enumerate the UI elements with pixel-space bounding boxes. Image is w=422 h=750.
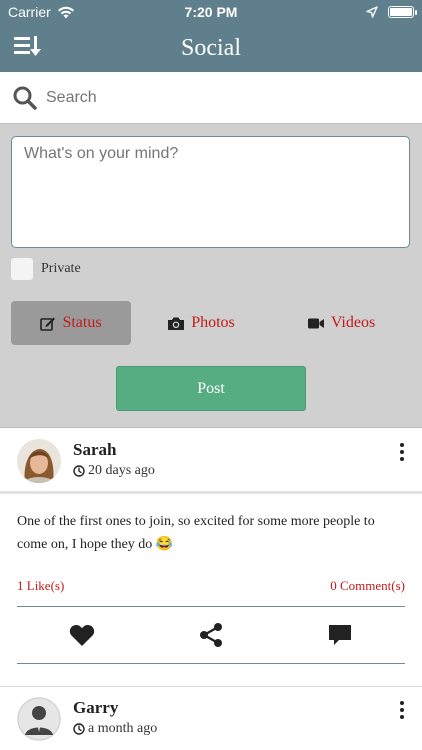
post-author[interactable]: Sarah <box>73 440 116 460</box>
heart-icon <box>69 624 94 646</box>
post-header: Garry a month ago <box>0 687 422 749</box>
post-composer: Private Status Photos Videos Post <box>0 124 422 428</box>
status-textarea[interactable] <box>11 136 410 248</box>
carrier-label: Carrier <box>8 4 51 20</box>
status-type-label: Status <box>62 314 102 331</box>
comment-icon <box>329 625 352 645</box>
photos-type-label: Photos <box>191 314 235 331</box>
comment-button[interactable] <box>310 615 370 655</box>
private-label: Private <box>41 261 81 276</box>
search-icon <box>13 86 37 110</box>
avatar-photo <box>17 439 61 483</box>
more-options-icon[interactable] <box>398 701 406 719</box>
post-actions <box>0 607 422 663</box>
like-button[interactable] <box>52 615 112 655</box>
post-stats: 1 Like(s) 0 Comment(s) <box>0 566 422 606</box>
feed-post: Sarah 20 days ago One of the first ones … <box>0 429 422 686</box>
post-button[interactable]: Post <box>116 366 306 411</box>
more-options-icon[interactable] <box>398 443 406 461</box>
nav-bar: Social <box>0 24 422 72</box>
status-left: Carrier <box>8 4 148 20</box>
private-checkbox[interactable] <box>11 258 33 280</box>
edit-icon <box>40 317 56 331</box>
post-body: One of the first ones to join, so excite… <box>17 514 375 552</box>
share-icon <box>199 623 222 647</box>
photos-type-button[interactable]: Photos <box>131 301 271 345</box>
post-author[interactable]: Garry <box>73 698 118 718</box>
search-input[interactable] <box>46 88 253 107</box>
post-time: 20 days ago <box>73 463 155 479</box>
avatar[interactable] <box>17 439 61 483</box>
page-title: Social <box>181 34 241 61</box>
video-icon <box>307 318 324 328</box>
likes-count[interactable]: 1 Like(s) <box>17 578 64 594</box>
status-right <box>274 6 417 18</box>
clock: 7:20 PM <box>184 4 238 20</box>
feed-post: Garry a month ago <box>0 686 422 750</box>
search-bar <box>0 72 422 124</box>
status-type-button[interactable]: Status <box>11 301 131 345</box>
location-arrow-icon <box>366 6 378 18</box>
battery-icon <box>388 6 417 18</box>
videos-type-button[interactable]: Videos <box>271 301 411 345</box>
divider <box>17 663 405 664</box>
clock-icon <box>73 723 85 735</box>
comments-count[interactable]: 0 Comment(s) <box>330 578 405 594</box>
app-header: Carrier 7:20 PM Social <box>0 0 422 72</box>
videos-type-label: Videos <box>330 314 376 331</box>
private-row: Private <box>11 258 81 280</box>
post-time-label: a month ago <box>88 721 158 736</box>
share-button[interactable] <box>181 615 241 655</box>
status-bar: Carrier 7:20 PM <box>0 0 422 24</box>
post-time-label: 20 days ago <box>88 463 155 478</box>
camera-icon <box>168 317 185 330</box>
wifi-icon <box>57 6 74 18</box>
post-type-selector: Status Photos Videos <box>11 301 411 345</box>
clock-icon <box>73 465 85 477</box>
sort-menu-icon[interactable] <box>12 32 44 60</box>
default-user-icon <box>17 697 61 741</box>
post-time: a month ago <box>73 721 157 737</box>
avatar[interactable] <box>17 697 61 741</box>
post-header: Sarah 20 days ago <box>0 429 422 491</box>
